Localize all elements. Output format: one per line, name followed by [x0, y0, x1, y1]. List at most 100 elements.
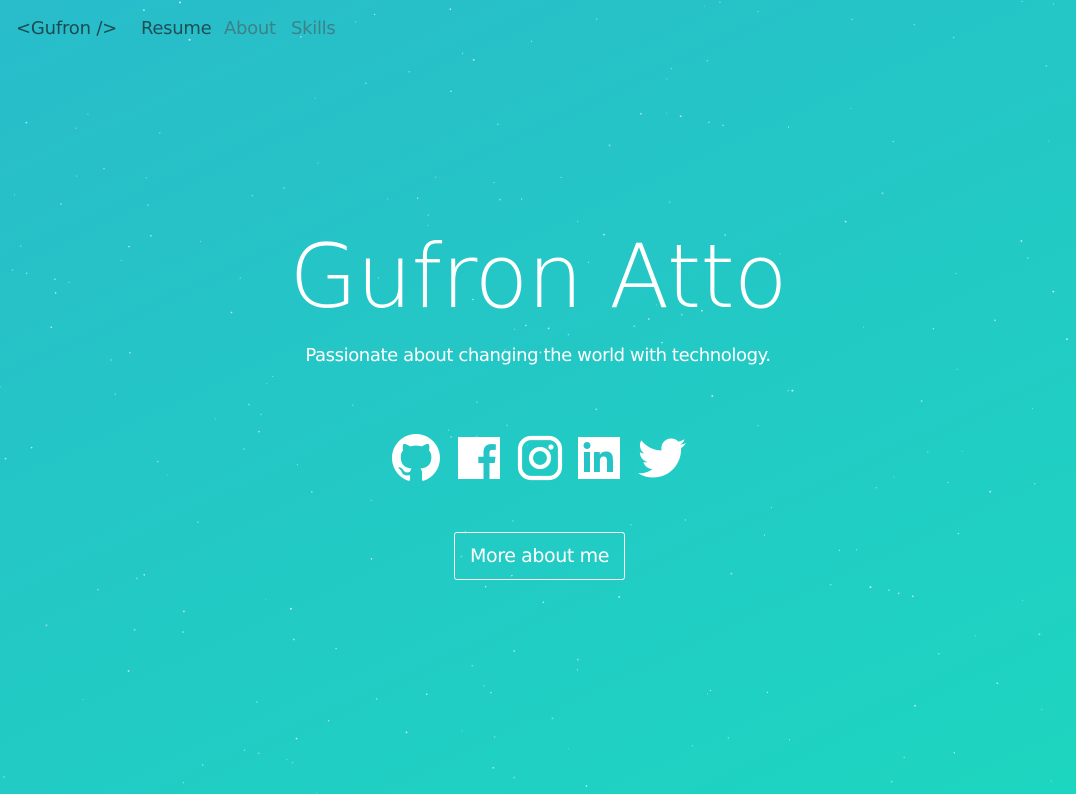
star-dot [147, 204, 149, 206]
instagram-link[interactable] [516, 434, 564, 482]
star-dot [135, 577, 138, 580]
star-dot [265, 598, 267, 600]
star-dot [881, 192, 884, 195]
star-dot [416, 197, 419, 199]
star-dot [957, 532, 960, 535]
more-about-me-button[interactable]: More about me [454, 532, 625, 580]
star-dot [499, 198, 502, 201]
star-dot [182, 781, 185, 784]
star-dot [247, 403, 250, 406]
star-dot [387, 198, 389, 200]
nav-link-about[interactable]: About [224, 18, 276, 39]
star-dot [159, 132, 161, 134]
facebook-link[interactable] [456, 434, 504, 482]
github-icon [392, 434, 440, 481]
star-dot [770, 506, 773, 509]
star-dot [708, 121, 710, 124]
star-dot [352, 404, 354, 406]
star-dot [630, 524, 632, 526]
star-dot [666, 78, 668, 80]
star-dot [289, 607, 292, 610]
star-dot [493, 736, 496, 738]
star-dot [0, 386, 1, 388]
star-dot [670, 67, 673, 70]
twitter-link[interactable] [638, 434, 686, 482]
star-dot [914, 704, 916, 707]
star-dot [490, 691, 492, 694]
star-dot [838, 549, 841, 551]
star-dot [327, 719, 330, 722]
nav-link-skills[interactable]: Skills [291, 18, 336, 39]
star-dot [266, 382, 268, 385]
star-dot [291, 761, 294, 764]
star-dot [258, 430, 260, 433]
star-dot [450, 90, 452, 93]
star-dot [576, 669, 579, 671]
star-dot [260, 413, 262, 416]
star-dot [364, 82, 367, 85]
star-dot [435, 176, 437, 178]
star-dot [513, 650, 515, 652]
star-dot [542, 601, 545, 604]
github-link[interactable] [392, 434, 440, 482]
star-dot [567, 748, 569, 750]
star-dot [286, 758, 288, 760]
star-dot [408, 71, 410, 73]
star-dot [197, 521, 199, 523]
star-dot [996, 682, 999, 685]
star-dot [370, 558, 373, 560]
star-dot [97, 588, 99, 591]
star-dot [493, 181, 495, 184]
star-dot [492, 766, 495, 769]
star-dot [875, 486, 878, 489]
star-dot [727, 737, 729, 739]
star-dot [1065, 338, 1068, 341]
star-dot [709, 689, 712, 692]
star-dot [869, 586, 872, 589]
star-dot [730, 572, 733, 575]
star-dot [1045, 64, 1048, 67]
star-dot [576, 658, 579, 661]
star-dot [3, 776, 5, 778]
star-dot [551, 717, 554, 720]
star-dot [256, 701, 258, 703]
star-dot [30, 446, 33, 449]
star-dot [711, 395, 714, 398]
star-dot [316, 792, 318, 794]
star-dot [1034, 483, 1036, 485]
star-dot [595, 408, 598, 411]
star-dot [567, 334, 569, 336]
star-dot [127, 670, 130, 672]
star-dot [283, 187, 285, 189]
hero-name: Gufron Atto [289, 225, 787, 328]
star-dot [618, 595, 621, 598]
star-dot [87, 113, 89, 115]
star-dot [1050, 780, 1052, 782]
nav-link-resume[interactable]: Resume [141, 18, 212, 39]
star-dot [295, 737, 298, 740]
star-dot [314, 97, 316, 99]
hero-tagline: Passionate about changing the world with… [305, 345, 771, 366]
brand-logo[interactable]: <Gufron /> [16, 18, 117, 39]
star-dot [476, 401, 478, 403]
star-dot [243, 448, 245, 450]
star-dot [25, 121, 28, 124]
star-dot [706, 693, 709, 695]
star-dot [691, 745, 693, 747]
star-dot [258, 752, 260, 754]
star-dot [182, 631, 184, 633]
star-dot [757, 425, 759, 427]
star-dot [788, 739, 791, 741]
star-dot [912, 595, 914, 598]
star-dot [114, 393, 117, 395]
star-dot [668, 201, 671, 203]
star-dot [897, 592, 900, 595]
star-dot [560, 176, 562, 179]
star-dot [145, 177, 148, 179]
star-dot [640, 112, 642, 115]
linkedin-link[interactable] [576, 434, 624, 482]
star-dot [251, 194, 254, 197]
star-dot [855, 549, 858, 551]
star-dot [974, 635, 976, 637]
star-dot [766, 691, 769, 694]
